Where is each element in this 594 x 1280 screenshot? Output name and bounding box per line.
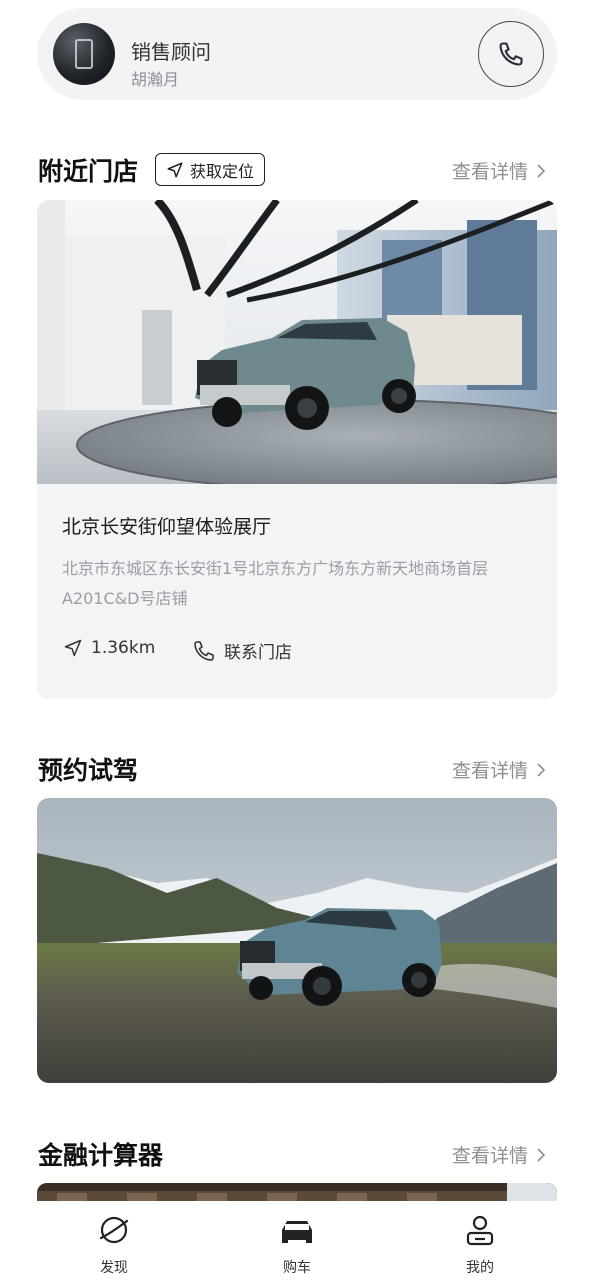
more-label: 查看详情	[451, 1145, 528, 1167]
nearby-more-link[interactable]: 查看详情	[452, 157, 546, 184]
sales-advisor-card[interactable]: 销售顾问 胡瀚月	[37, 8, 557, 100]
showroom-photo	[37, 200, 557, 484]
more-label: 查看详情	[451, 161, 528, 183]
tab-mine-label: 我的	[466, 1260, 494, 1276]
call-button[interactable]	[478, 21, 544, 87]
store-name: 北京长安街仰望体验展厅	[62, 516, 272, 538]
contact-store-button[interactable]: 联系门店	[192, 638, 292, 663]
bottom-tab-bar: 发现 购车 我的	[0, 1201, 594, 1280]
more-label: 查看详情	[451, 760, 528, 782]
advisor-name: 胡瀚月	[131, 70, 180, 89]
get-location-label: 获取定位	[190, 161, 255, 181]
tab-buy-car[interactable]: 购车	[247, 1213, 347, 1277]
car-icon	[282, 1221, 312, 1243]
store-distance: 1.36km	[63, 638, 155, 658]
navigation-arrow-icon	[64, 639, 82, 657]
phone-icon	[194, 640, 214, 661]
advisor-avatar	[53, 23, 115, 85]
tab-discover[interactable]: 发现	[64, 1213, 164, 1277]
chevron-right-icon	[537, 762, 546, 777]
get-location-button[interactable]: 获取定位	[155, 153, 266, 186]
tab-discover-label: 发现	[100, 1260, 128, 1276]
store-address: 北京市东城区东长安街1号北京东方广场东方新天地商场首层A201C&D号店铺	[62, 559, 489, 608]
navigation-arrow-icon	[167, 162, 183, 177]
contact-store-label: 联系门店	[224, 643, 292, 663]
advisor-title: 销售顾问	[131, 40, 211, 64]
user-icon	[466, 1215, 494, 1246]
test-drive-title: 预约试驾	[38, 756, 139, 785]
finance-title: 金融计算器	[38, 1141, 164, 1170]
nearby-stores-title: 附近门店	[38, 157, 139, 186]
distance-value: 1.36km	[91, 638, 156, 658]
test-drive-more-link[interactable]: 查看详情	[452, 756, 546, 783]
tab-mine[interactable]: 我的	[430, 1213, 530, 1277]
planet-icon	[99, 1216, 129, 1244]
chevron-right-icon	[537, 163, 546, 178]
tab-buy-car-label: 购车	[283, 1260, 311, 1276]
finance-more-link[interactable]: 查看详情	[452, 1141, 546, 1168]
chevron-right-icon	[537, 1147, 546, 1162]
phone-icon	[499, 42, 523, 66]
test-drive-banner[interactable]	[37, 798, 557, 1083]
store-card[interactable]: 北京长安街仰望体验展厅 北京市东城区东长安街1号北京东方广场东方新天地商场首层A…	[37, 200, 557, 699]
